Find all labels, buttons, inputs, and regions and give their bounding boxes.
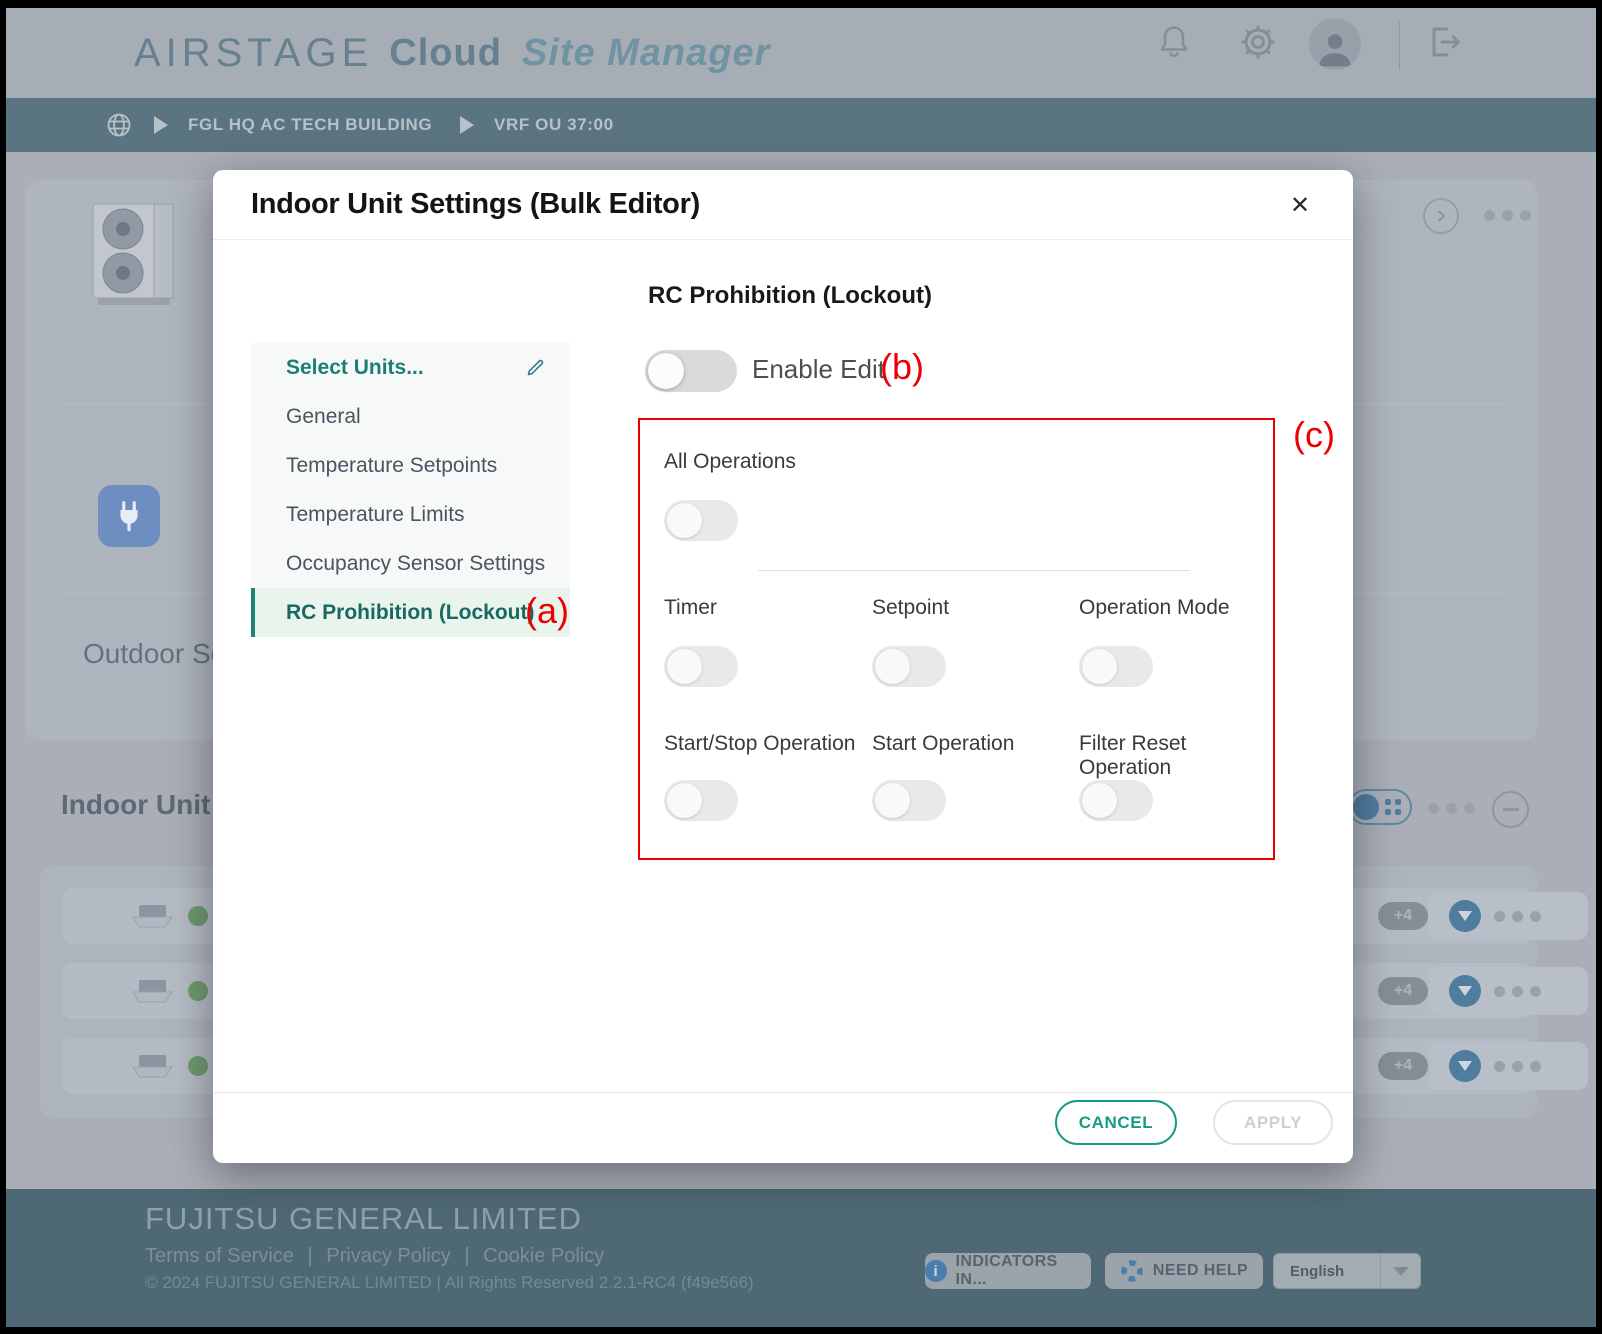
privacy-link[interactable]: Privacy Policy xyxy=(326,1245,450,1267)
cassette-unit-icon xyxy=(130,978,174,1009)
start-operation-label: Start Operation xyxy=(872,732,1014,756)
unit-count-badge: +4 xyxy=(1378,1052,1428,1080)
logo-cloud: Cloud xyxy=(389,32,502,75)
app-screen: AIRSTAGE Cloud Site Manager xyxy=(6,8,1596,1327)
breadcrumb-unit[interactable]: VRF OU 37:00 xyxy=(494,115,614,135)
start-operation-toggle xyxy=(872,780,946,821)
logout-icon[interactable] xyxy=(1422,20,1466,64)
breadcrumb-arrow-icon xyxy=(154,116,168,134)
filter-reset-operation-label: Filter Reset Operation xyxy=(1079,732,1273,780)
airstage-cloud-logo: AIRSTAGE Cloud Site Manager xyxy=(134,8,770,98)
modal-title: Indoor Unit Settings (Bulk Editor) xyxy=(251,188,700,221)
setpoint-toggle xyxy=(872,646,946,687)
panel-heading: RC Prohibition (Lockout) xyxy=(648,282,932,310)
menu-item-rc-prohibition[interactable]: RC Prohibition (Lockout) xyxy=(251,588,570,637)
modal-footer-divider xyxy=(213,1092,1353,1093)
info-icon: i xyxy=(925,1260,947,1282)
breadcrumb: FGL HQ AC TECH BUILDING VRF OU 37:00 xyxy=(6,98,1596,152)
annotation-a: (a) xyxy=(525,590,569,632)
operation-mode-toggle xyxy=(1079,646,1153,687)
expand-row-icon xyxy=(1449,975,1481,1007)
more-options-icon xyxy=(1428,803,1475,814)
start-stop-operation-label: Start/Stop Operation xyxy=(664,732,855,756)
menu-item-occupancy-sensor[interactable]: Occupancy Sensor Settings xyxy=(251,539,570,588)
person-icon xyxy=(1313,26,1357,70)
more-options-icon xyxy=(1484,210,1531,221)
chevron-down-icon xyxy=(1393,1267,1409,1276)
enable-edit-label: Enable Edit xyxy=(752,354,885,385)
menu-item-select-units[interactable]: Select Units... xyxy=(251,343,570,392)
close-icon[interactable]: ✕ xyxy=(1283,188,1317,222)
status-dot xyxy=(188,981,208,1001)
apply-button: APPLY xyxy=(1213,1100,1333,1145)
app-header: AIRSTAGE Cloud Site Manager xyxy=(6,8,1596,98)
operations-group-highlight: All Operations Timer Setpoint Operation … xyxy=(638,418,1275,860)
unit-count-badge: +4 xyxy=(1378,902,1428,930)
indicators-button[interactable]: i INDICATORS IN... xyxy=(925,1253,1091,1289)
more-options-icon xyxy=(1494,1061,1541,1072)
modal-header: Indoor Unit Settings (Bulk Editor) xyxy=(213,170,1353,240)
select-arrow-zone xyxy=(1380,1254,1420,1288)
view-toggle-knob xyxy=(1353,794,1379,820)
menu-item-temperature-limits[interactable]: Temperature Limits xyxy=(251,490,570,539)
timer-toggle xyxy=(664,646,738,687)
power-plug-icon xyxy=(98,485,160,547)
start-stop-operation-toggle xyxy=(664,780,738,821)
setpoint-label: Setpoint xyxy=(872,596,949,620)
footer-copyright: © 2024 FUJITSU GENERAL LIMITED | All Rig… xyxy=(145,1273,754,1293)
link-separator: | xyxy=(464,1245,469,1267)
status-dot xyxy=(188,906,208,926)
logo-site-manager: Site Manager xyxy=(522,32,771,75)
expand-row-icon xyxy=(1449,1050,1481,1082)
bulk-editor-modal: Indoor Unit Settings (Bulk Editor) ✕ Sel… xyxy=(213,170,1353,1163)
notifications-bell-icon[interactable] xyxy=(1152,20,1196,64)
annotation-b: (b) xyxy=(880,346,924,388)
terms-link[interactable]: Terms of Service xyxy=(145,1245,294,1267)
cookie-link[interactable]: Cookie Policy xyxy=(483,1245,604,1267)
settings-gear-icon[interactable] xyxy=(1236,20,1280,64)
menu-item-temperature-setpoints[interactable]: Temperature Setpoints xyxy=(251,441,570,490)
indoor-section-title: Indoor Unit xyxy=(61,789,210,821)
expand-chevron-icon xyxy=(1423,198,1459,234)
annotation-c: (c) xyxy=(1293,414,1335,456)
settings-menu: Select Units... General Temperature Setp… xyxy=(251,343,570,637)
operation-mode-label: Operation Mode xyxy=(1079,596,1230,620)
grid-view-icon xyxy=(1385,799,1401,815)
status-dot xyxy=(188,1056,208,1076)
expand-row-icon xyxy=(1449,900,1481,932)
operations-divider xyxy=(758,570,1190,571)
lifesaver-icon xyxy=(1120,1259,1144,1283)
outdoor-unit-image xyxy=(88,198,180,315)
language-select[interactable]: English xyxy=(1273,1253,1421,1289)
all-operations-label: All Operations xyxy=(664,450,796,474)
link-separator: | xyxy=(308,1245,313,1267)
cassette-unit-icon xyxy=(130,903,174,934)
language-selected: English xyxy=(1290,1263,1380,1280)
unit-count-badge: +4 xyxy=(1378,977,1428,1005)
cancel-button[interactable]: CANCEL xyxy=(1055,1100,1177,1145)
globe-icon[interactable] xyxy=(105,111,133,144)
need-help-button[interactable]: NEED HELP xyxy=(1105,1253,1263,1289)
view-toggle xyxy=(1348,789,1412,825)
edit-pencil-icon[interactable] xyxy=(525,357,546,384)
user-avatar[interactable] xyxy=(1309,18,1361,70)
more-options-icon xyxy=(1494,986,1541,997)
breadcrumb-site[interactable]: FGL HQ AC TECH BUILDING xyxy=(188,115,432,135)
filter-reset-operation-toggle xyxy=(1079,780,1153,821)
logo-airstage: AIRSTAGE xyxy=(134,31,373,76)
outdoor-section-title: Outdoor Se xyxy=(83,638,226,670)
more-options-icon xyxy=(1494,911,1541,922)
footer-links: Terms of Service | Privacy Policy | Cook… xyxy=(145,1245,612,1268)
header-divider xyxy=(1399,22,1400,70)
footer-company: FUJITSU GENERAL LIMITED xyxy=(145,1201,582,1237)
menu-item-general[interactable]: General xyxy=(251,392,570,441)
breadcrumb-arrow-icon xyxy=(460,116,474,134)
timer-label: Timer xyxy=(664,596,717,620)
collapse-minus-icon xyxy=(1492,791,1529,828)
all-operations-toggle xyxy=(664,500,738,541)
cassette-unit-icon xyxy=(130,1053,174,1084)
enable-edit-toggle[interactable] xyxy=(645,350,737,392)
app-footer: FUJITSU GENERAL LIMITED Terms of Service… xyxy=(6,1189,1596,1327)
